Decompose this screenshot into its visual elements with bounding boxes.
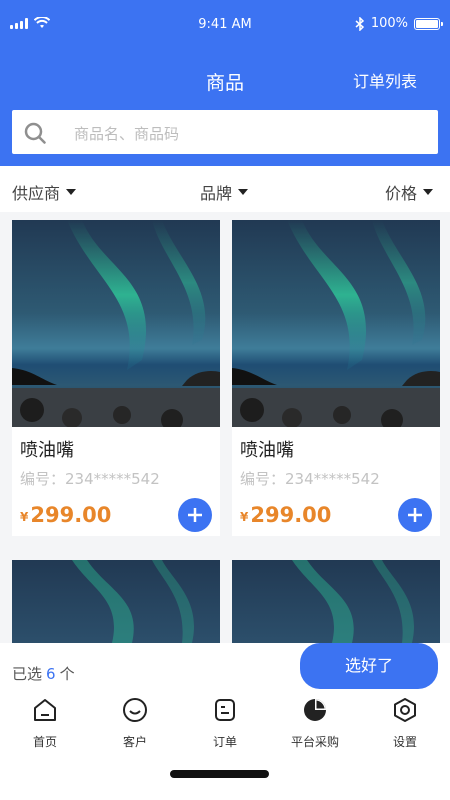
product-card[interactable]: 喷油嘴 编号：234*****542 ¥ 299.00 xyxy=(232,220,440,536)
product-image xyxy=(232,220,440,427)
pie-chart-icon xyxy=(304,699,326,721)
filter-supplier[interactable]: 供应商 xyxy=(12,180,77,204)
filter-price[interactable]: 价格 xyxy=(385,180,434,204)
customer-icon xyxy=(123,698,147,722)
tab-label: 订单 xyxy=(212,735,237,749)
tab-label: 平台采购 xyxy=(290,735,339,749)
confirm-selection-button[interactable]: 选好了 xyxy=(300,643,438,689)
selected-label: 已选 xyxy=(12,665,43,683)
filter-label: 品牌 xyxy=(200,184,233,203)
add-to-cart-button[interactable] xyxy=(398,498,432,532)
price-value: 299.00 xyxy=(250,503,332,527)
selected-count: 已选 6 个 xyxy=(12,663,75,684)
product-price: ¥ 299.00 xyxy=(20,503,111,527)
order-icon xyxy=(215,699,235,721)
order-list-link[interactable]: 订单列表 xyxy=(353,68,417,92)
tab-home[interactable]: 首页 xyxy=(0,696,90,750)
tab-label: 首页 xyxy=(32,735,57,749)
filter-label: 价格 xyxy=(385,184,418,203)
add-to-cart-button[interactable] xyxy=(178,498,212,532)
search-placeholder: 商品名、商品码 xyxy=(74,125,180,143)
plus-icon xyxy=(188,508,202,522)
product-card[interactable] xyxy=(232,560,440,643)
status-right: 100% xyxy=(355,16,443,31)
product-card[interactable]: 喷油嘴 编号：234*****542 ¥ 299.00 xyxy=(12,220,220,536)
tab-settings[interactable]: 设置 xyxy=(360,696,450,750)
caret-down-icon xyxy=(423,189,434,195)
bluetooth-icon xyxy=(355,16,364,31)
currency-symbol: ¥ xyxy=(20,510,29,524)
search-bar[interactable]: 商品名、商品码 xyxy=(12,110,438,154)
caret-down-icon xyxy=(66,189,77,195)
tab-customer[interactable]: 客户 xyxy=(90,696,180,750)
product-image xyxy=(232,560,440,643)
product-code: 编号：234*****542 xyxy=(20,470,160,488)
currency-symbol: ¥ xyxy=(240,510,249,524)
header: 商品 订单列表 商品名、商品码 xyxy=(0,48,450,166)
tab-label: 设置 xyxy=(392,735,417,749)
product-code: 编号：234*****542 xyxy=(240,470,380,488)
tab-orders[interactable]: 订单 xyxy=(180,696,270,750)
battery-icon xyxy=(414,17,443,30)
status-bar: 9:41 AM 100% xyxy=(0,0,450,48)
product-card[interactable] xyxy=(12,560,220,643)
filter-label: 供应商 xyxy=(12,184,61,203)
product-image xyxy=(12,220,220,427)
product-image xyxy=(12,560,220,643)
selected-number: 6 xyxy=(46,665,56,683)
selected-unit: 个 xyxy=(59,665,75,683)
filter-bar: 供应商 品牌 价格 xyxy=(0,166,450,212)
home-indicator xyxy=(170,770,269,778)
settings-icon xyxy=(394,698,416,722)
home-icon xyxy=(34,699,56,721)
filter-brand[interactable]: 品牌 xyxy=(200,180,249,204)
plus-icon xyxy=(408,508,422,522)
tab-bar: 首页 客户 订单 平台采购 设置 xyxy=(0,694,450,752)
tab-platform-purchase[interactable]: 平台采购 xyxy=(270,696,360,750)
product-price: ¥ 299.00 xyxy=(240,503,331,527)
price-value: 299.00 xyxy=(30,503,112,527)
product-name: 喷油嘴 xyxy=(240,440,294,461)
product-name: 喷油嘴 xyxy=(20,440,74,461)
tab-label: 客户 xyxy=(122,735,147,749)
caret-down-icon xyxy=(238,189,249,195)
battery-percent: 100% xyxy=(370,16,408,31)
search-icon xyxy=(24,122,46,144)
